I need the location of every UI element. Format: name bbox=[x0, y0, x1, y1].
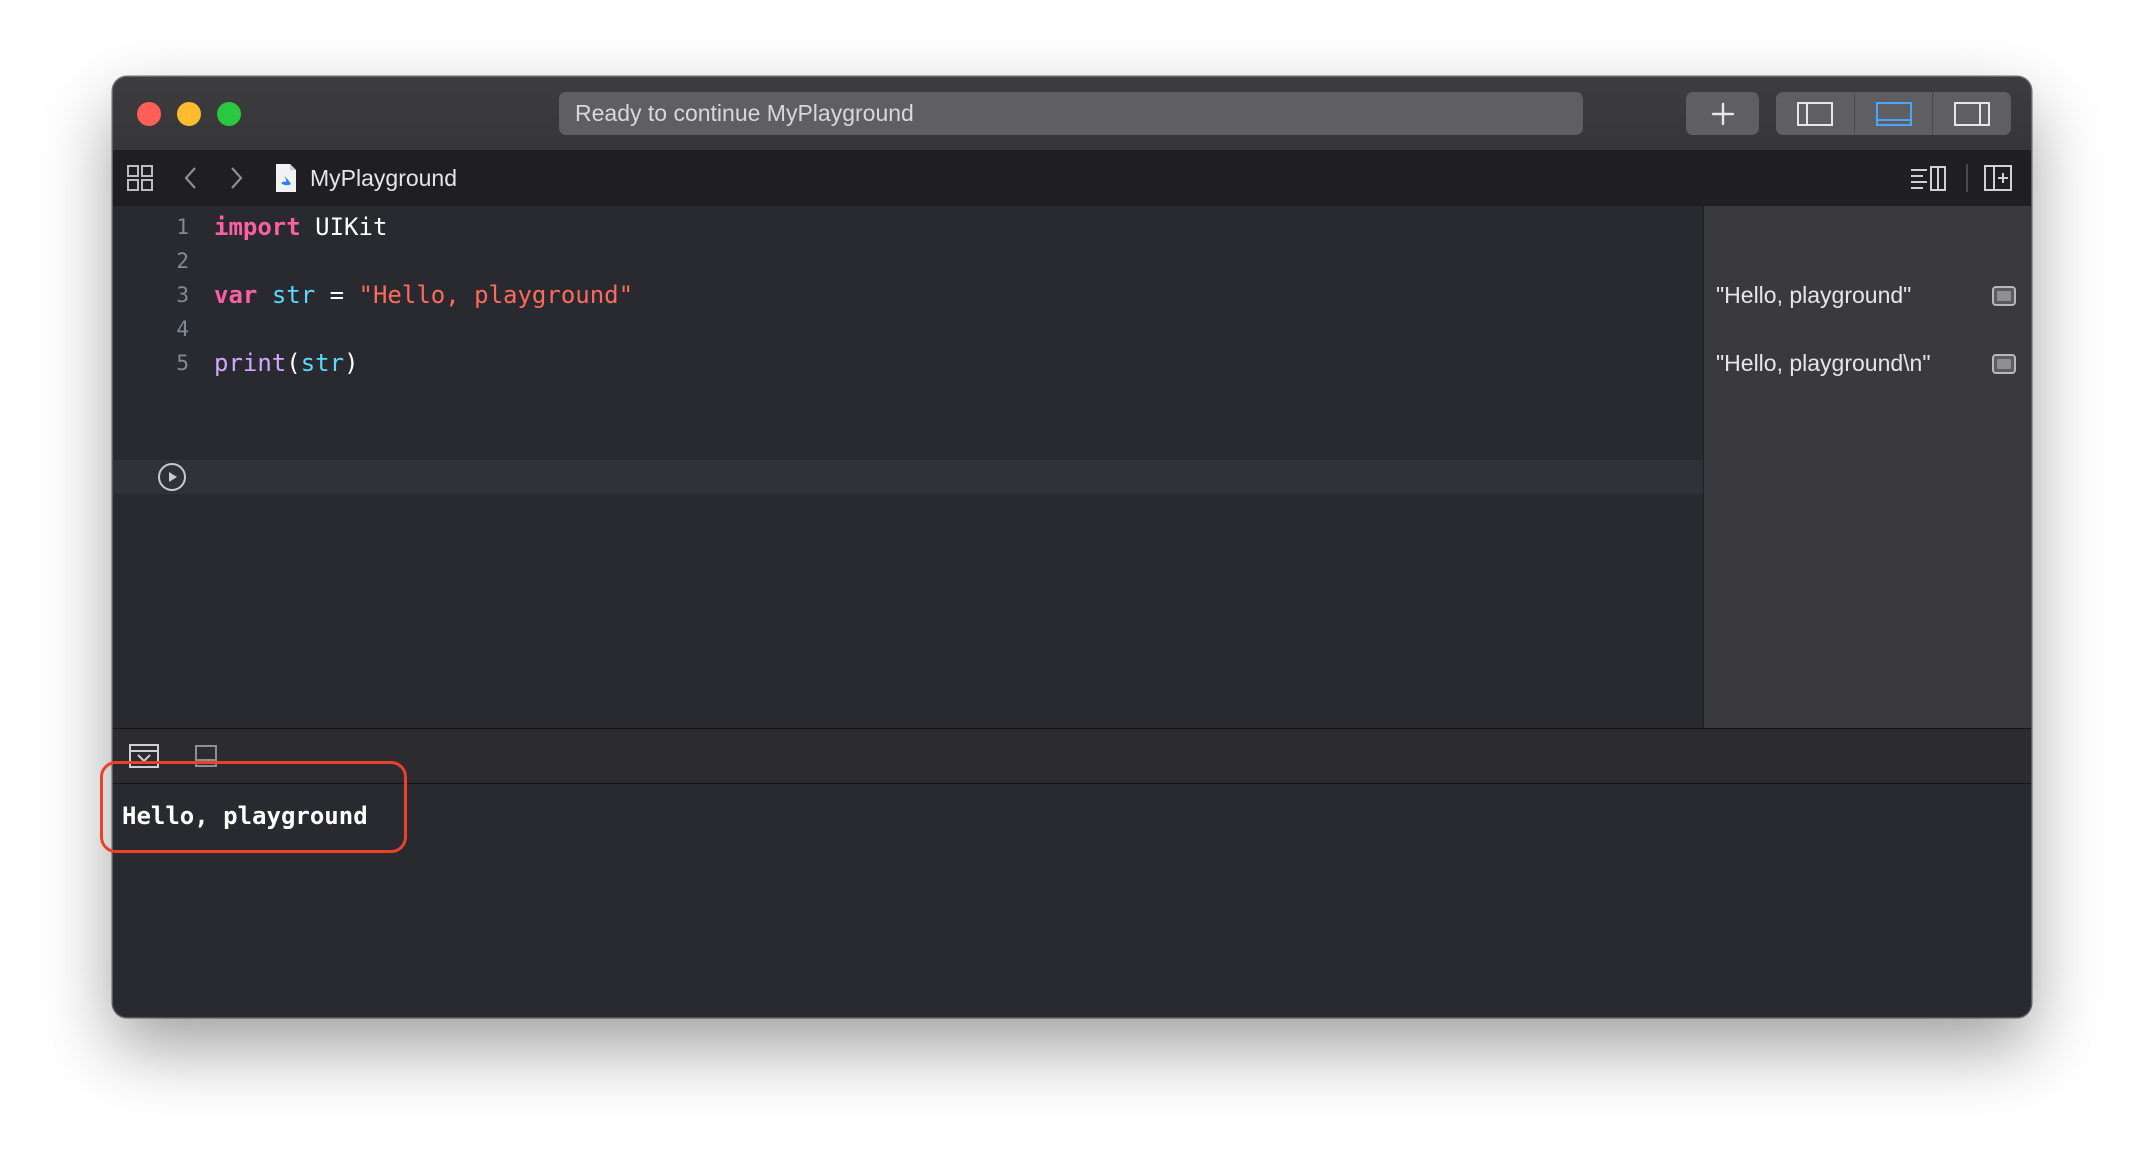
code-token: var bbox=[214, 281, 258, 309]
zoom-window-button[interactable] bbox=[217, 102, 241, 126]
code-token: str bbox=[300, 349, 345, 377]
console-icon bbox=[195, 744, 217, 767]
result-value: "Hello, playground\n" bbox=[1716, 350, 1931, 376]
editor-layout-segmented-control bbox=[1776, 92, 2011, 135]
go-forward-button[interactable] bbox=[226, 150, 246, 206]
grid-icon bbox=[127, 165, 153, 191]
code-line: 3 var str = "Hello, playground" bbox=[113, 278, 1703, 312]
toggle-navigator-button[interactable] bbox=[1776, 92, 1855, 135]
debug-bar bbox=[113, 728, 2031, 784]
line-number: 4 bbox=[176, 317, 189, 341]
code-text: var str = "Hello, playground" bbox=[214, 278, 633, 312]
quick-look-icon[interactable] bbox=[1992, 286, 2016, 306]
code-line: 5 print(str) bbox=[113, 346, 1703, 380]
code-token: "Hello, playground" bbox=[358, 281, 634, 309]
code-text: print(str) bbox=[214, 346, 359, 380]
adjust-editor-options-button[interactable] bbox=[1909, 150, 1947, 206]
source-editor[interactable]: 1 import UIKit 2 3 var str = "Hello, pla… bbox=[113, 206, 1703, 728]
right-panel-icon bbox=[1954, 101, 1991, 126]
add-editor-button[interactable] bbox=[1983, 150, 2013, 206]
split-editor-icon bbox=[1984, 165, 2012, 191]
minimize-window-button[interactable] bbox=[177, 102, 201, 126]
quick-look-icon[interactable] bbox=[1992, 354, 2016, 374]
go-back-button[interactable] bbox=[181, 150, 201, 206]
toggle-debug-area-button[interactable] bbox=[1855, 92, 1934, 135]
jump-bar: MyPlayground bbox=[113, 150, 2031, 207]
collapse-panel-icon bbox=[129, 743, 159, 768]
code-token: ( bbox=[286, 349, 301, 377]
line-number: 5 bbox=[176, 351, 189, 375]
chevron-left-icon bbox=[184, 167, 196, 189]
line-number: 2 bbox=[176, 249, 189, 273]
code-token: import bbox=[214, 213, 301, 241]
close-window-button[interactable] bbox=[137, 102, 161, 126]
code-token: str bbox=[271, 281, 316, 309]
hide-debug-area-button[interactable] bbox=[128, 729, 160, 782]
code-text: import UIKit bbox=[214, 210, 387, 244]
bottom-panel-icon bbox=[1875, 101, 1912, 126]
jumpbar-divider bbox=[1966, 150, 1968, 206]
run-playground-button[interactable] bbox=[158, 463, 186, 491]
code-token: print bbox=[214, 349, 287, 377]
line-number: 3 bbox=[176, 283, 189, 307]
activate-console-button[interactable] bbox=[193, 729, 219, 782]
line-number: 1 bbox=[176, 215, 189, 239]
current-line-highlight bbox=[113, 460, 1703, 494]
related-items-button[interactable] bbox=[126, 150, 154, 206]
code-token: = bbox=[315, 281, 359, 309]
plus-icon bbox=[1711, 102, 1734, 125]
code-token: UIKit bbox=[300, 213, 388, 241]
play-icon bbox=[169, 472, 177, 482]
code-line: 2 bbox=[113, 244, 1703, 278]
playground-window: Ready to continue MyPlayground MyPlaygro… bbox=[113, 77, 2031, 1017]
code-token: ) bbox=[344, 349, 359, 377]
result-row: "Hello, playground" bbox=[1716, 278, 2026, 312]
swift-file-icon bbox=[274, 150, 298, 206]
results-sidebar: "Hello, playground" "Hello, playground\n… bbox=[1703, 206, 2031, 728]
chevron-right-icon bbox=[231, 167, 243, 189]
toggle-inspector-button[interactable] bbox=[1933, 92, 2011, 135]
title-bar: Ready to continue MyPlayground bbox=[113, 77, 2031, 151]
file-breadcrumb[interactable]: MyPlayground bbox=[310, 150, 457, 206]
result-row: "Hello, playground\n" bbox=[1716, 346, 2026, 380]
activity-status: Ready to continue MyPlayground bbox=[559, 92, 1583, 135]
code-line: 4 bbox=[113, 312, 1703, 346]
console-area[interactable]: Hello, playground bbox=[113, 784, 2031, 1017]
result-value: "Hello, playground" bbox=[1716, 282, 1912, 308]
add-library-button[interactable] bbox=[1686, 92, 1759, 135]
code-line: 1 import UIKit bbox=[113, 210, 1703, 244]
console-output: Hello, playground bbox=[122, 802, 368, 830]
editor-options-icon bbox=[1911, 166, 1946, 191]
left-panel-icon bbox=[1796, 101, 1833, 126]
